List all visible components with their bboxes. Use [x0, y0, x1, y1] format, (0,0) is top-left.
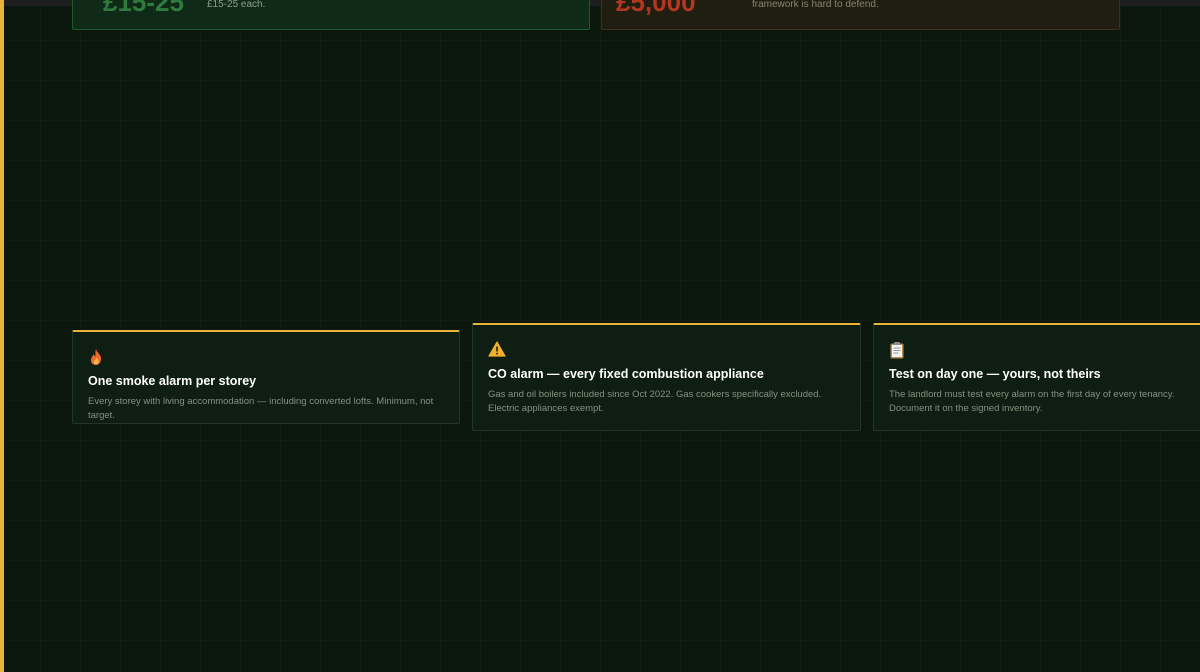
stat-note: £15-25 each. [207, 0, 266, 10]
stat-figure: £15-25 [103, 0, 184, 17]
rule-description: Every storey with living accommodation —… [88, 396, 434, 421]
stat-card-penalty: £5,000 framework is hard to defend. [601, 0, 1120, 30]
stat-figure: £5,000 [616, 0, 696, 17]
accent-edge [0, 0, 4, 672]
clipboard-icon [889, 341, 907, 359]
rule-card-test-day-one: Test on day one — yours, not theirs The … [873, 323, 1200, 431]
rule-title: CO alarm — every fixed combustion applia… [488, 367, 764, 381]
rule-title: Test on day one — yours, not theirs [889, 367, 1101, 381]
rule-description: Gas and oil boilers included since Oct 2… [488, 389, 822, 414]
warning-icon [488, 341, 506, 359]
rule-title: One smoke alarm per storey [88, 374, 257, 388]
stat-card-cost: £15-25 £15-25 each. [72, 0, 590, 30]
fire-icon [88, 348, 106, 366]
rule-card-co-alarm: CO alarm — every fixed combustion applia… [472, 323, 861, 431]
rule-description: The landlord must test every alarm on th… [889, 389, 1175, 414]
stat-note: framework is hard to defend. [752, 0, 879, 10]
rule-card-smoke-alarm: One smoke alarm per storey Every storey … [72, 330, 460, 424]
